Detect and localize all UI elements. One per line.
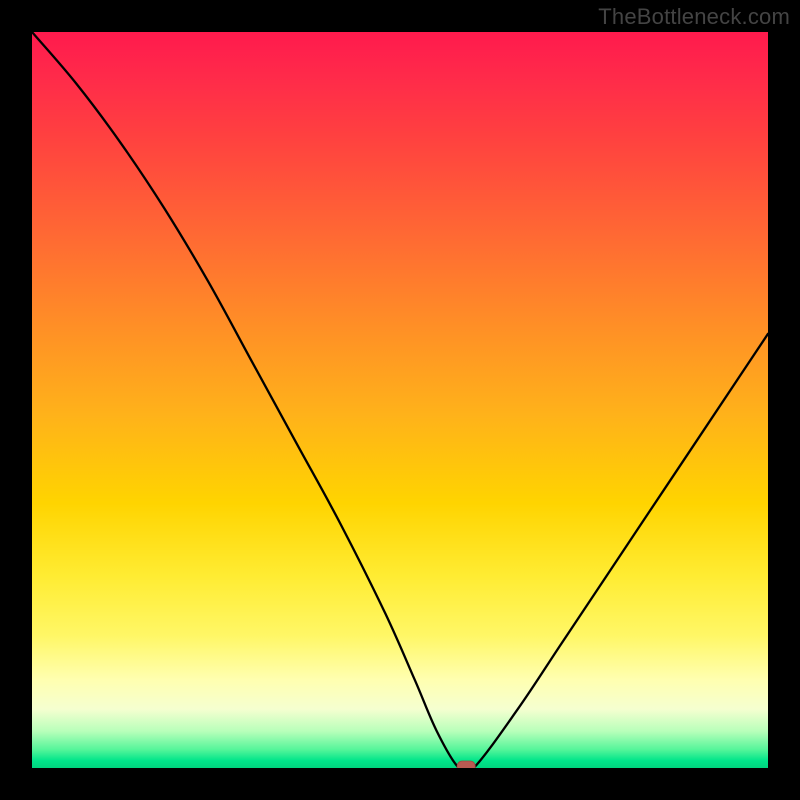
chart-frame: TheBottleneck.com <box>0 0 800 800</box>
plot-area <box>32 32 768 768</box>
bottleneck-curve <box>32 32 768 768</box>
chart-svg <box>32 32 768 768</box>
optimal-marker <box>457 761 475 768</box>
watermark-text: TheBottleneck.com <box>598 4 790 30</box>
